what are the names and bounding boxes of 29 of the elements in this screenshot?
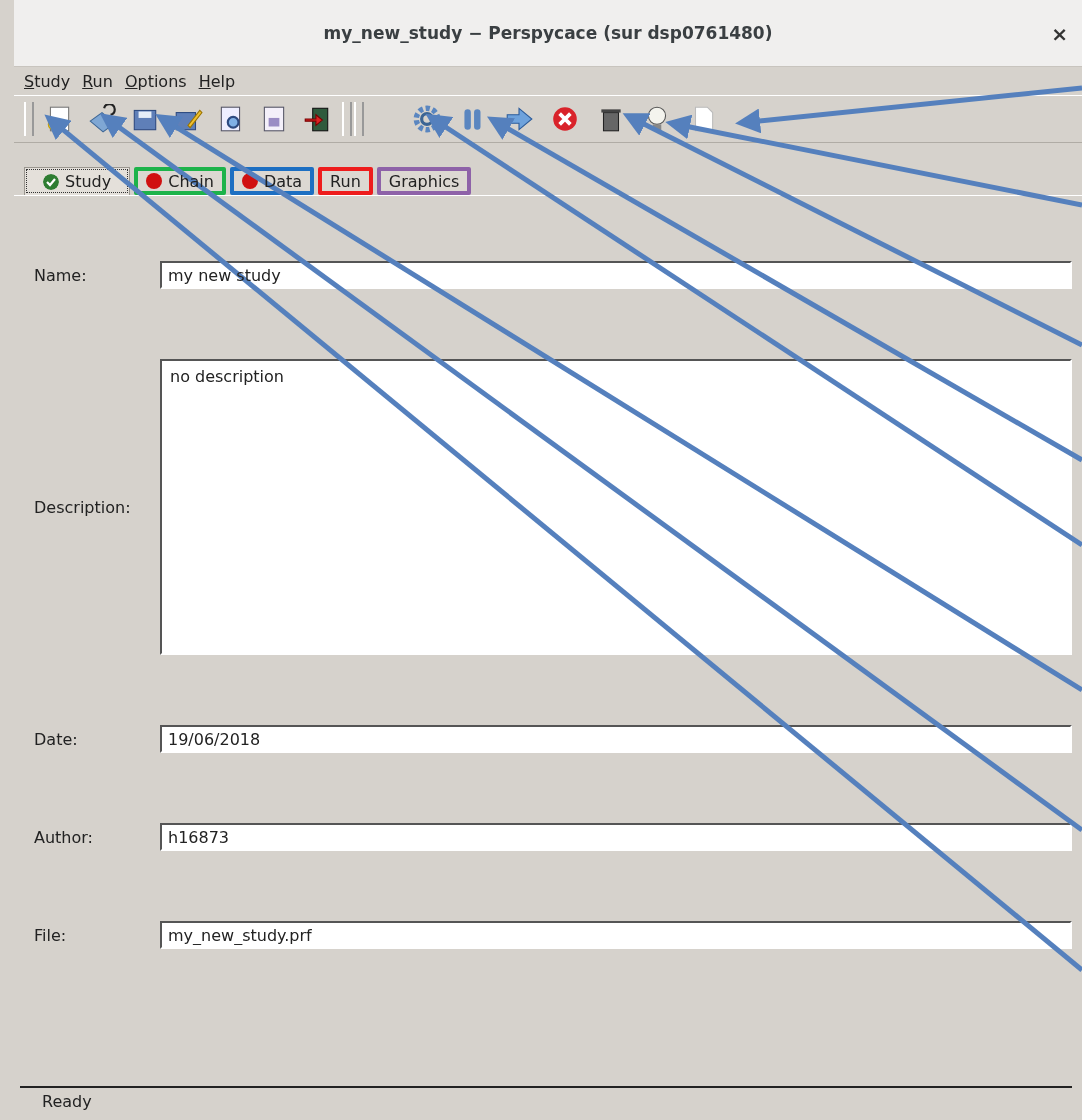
folder-reload-icon[interactable]	[87, 104, 117, 134]
right-arrow-icon[interactable]	[504, 104, 534, 134]
menu-item[interactable]: Options	[118, 71, 193, 91]
field-label: Date:	[34, 729, 79, 749]
field-label: Description:	[34, 497, 132, 517]
status-text: Ready	[42, 1092, 92, 1111]
description-field[interactable]: no description	[160, 359, 1072, 655]
toolbar-grip[interactable]	[24, 102, 34, 136]
input-field[interactable]: 19/06/2018	[162, 727, 1070, 751]
tab[interactable]: Graphics	[376, 167, 472, 195]
check-icon	[43, 173, 59, 190]
close-button[interactable]: ×	[1047, 22, 1072, 46]
window-title: my_new_study − Perspycace (sur dsp0761480)	[323, 23, 773, 43]
input-field[interactable]: h16873	[162, 825, 1070, 849]
input-field[interactable]: my_new_study.prf	[162, 923, 1070, 947]
field-label: File:	[34, 925, 68, 945]
field-label: Author:	[34, 827, 94, 847]
menu-item[interactable]: Run	[76, 71, 119, 91]
menu-item[interactable]: Study	[18, 71, 77, 91]
stop-icon[interactable]	[550, 104, 580, 134]
tab[interactable]: Run	[318, 167, 373, 195]
toolbar-grip[interactable]	[354, 102, 364, 136]
status-dot-icon	[146, 173, 163, 189]
menu-item[interactable]: Help	[192, 71, 242, 91]
tab[interactable]: Data	[229, 167, 315, 195]
tab[interactable]: Study	[24, 167, 131, 195]
field-label: Name:	[34, 265, 88, 285]
toolbar-grip[interactable]	[342, 102, 352, 136]
gear-icon[interactable]	[412, 104, 442, 134]
